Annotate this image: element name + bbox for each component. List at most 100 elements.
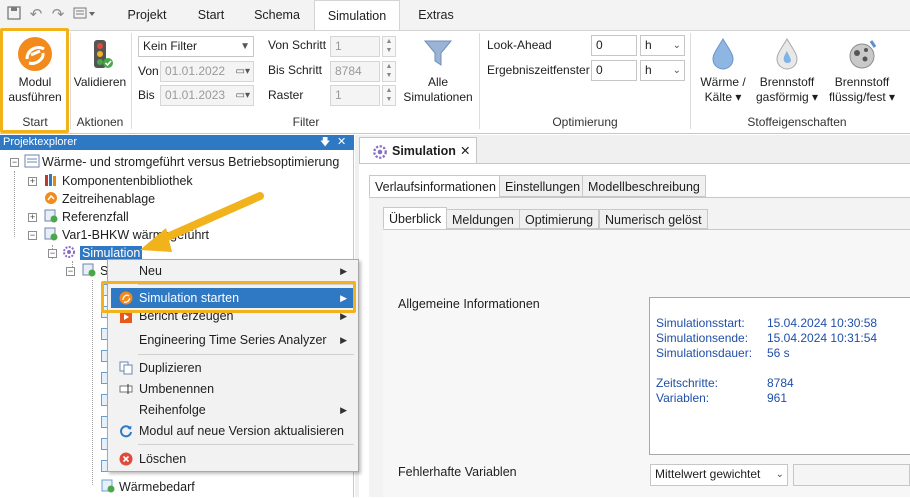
brennstoff-fluessig-button[interactable]: Brennstoff flüssig/fest ▾ (822, 33, 902, 113)
lookahead-field[interactable]: 0 (591, 35, 637, 56)
menu-item-loeschen[interactable]: Löschen (111, 449, 355, 469)
gas-label-2: gasförmig ▾ (755, 90, 819, 104)
brennstoff-gas-button[interactable]: Brennstoff gasförmig ▾ (752, 33, 822, 113)
info-duration-value: 56 s (767, 346, 790, 360)
fluessig-label-2: flüssig/fest ▾ (828, 90, 896, 104)
tab-meldungen[interactable]: Meldungen (446, 209, 520, 229)
close-icon[interactable]: ✕ (460, 138, 470, 164)
menu-item-umbenennen[interactable]: Umbenennen (111, 379, 355, 399)
waerme-kaelte-button[interactable]: Wärme / Kälte ▾ (694, 33, 752, 113)
fluessig-label-1: Brennstoff (834, 75, 890, 89)
raster-spinner[interactable]: ▲ ▼ (382, 85, 396, 106)
tab-simulation[interactable]: Simulation (314, 0, 400, 31)
von-date-field[interactable]: 01.01.2022 ▭▾ (160, 61, 254, 82)
von-schritt-field[interactable]: 1 (330, 36, 380, 57)
tab-ueberblick[interactable]: Überblick (383, 207, 448, 229)
tree-item-root-label: Wärme- und stromgeführt versus Betriebso… (42, 155, 340, 169)
expander-sc[interactable]: − (66, 267, 75, 276)
duplicate-icon (119, 361, 133, 375)
info-start-value: 15.04.2024 10:30:58 (767, 316, 878, 330)
submenu-arrow-icon: ▶ (340, 335, 347, 345)
raster-field[interactable]: 1 (330, 85, 380, 106)
tab-schema[interactable]: Schema (246, 0, 308, 30)
bis-schritt-field[interactable]: 8784 (330, 61, 380, 82)
menu-item-modul-aktualisieren[interactable]: Modul auf neue Version aktualisieren (111, 421, 355, 441)
waerme-label-1: Wärme / (700, 75, 746, 89)
save-icon[interactable] (4, 5, 24, 25)
filter-select[interactable]: Kein Filter ▼ (138, 36, 254, 57)
ezf-field[interactable]: 0 (591, 60, 637, 81)
stoff-group-label: Stoffeigenschaften (747, 115, 847, 129)
close-icon[interactable]: ✕ (337, 135, 346, 150)
tab-modellbeschreibung[interactable]: Modellbeschreibung (582, 175, 706, 197)
optimierung-group-label: Optimierung (552, 115, 618, 129)
calendar-icon[interactable]: ▭▾ (236, 86, 250, 105)
info-end-key: Simulationsende: (656, 331, 749, 345)
info-vars-key: Variablen: (656, 391, 710, 405)
faulty-vars-select-value: Mittelwert gewichtet (655, 467, 761, 481)
info-duration-key: Simulationsdauer: (656, 346, 753, 360)
calendar-icon[interactable]: ▭▾ (236, 62, 250, 81)
bis-date-value: 01.01.2023 (165, 88, 226, 102)
menu-item-reihenfolge[interactable]: Reihenfolge ▶ (111, 400, 355, 420)
submenu-arrow-icon: ▶ (340, 405, 347, 415)
expander-root[interactable]: − (10, 158, 19, 167)
chevron-down-icon: ⌄ (672, 40, 681, 51)
expander-simulation[interactable]: − (48, 249, 57, 258)
filter-select-value: Kein Filter (143, 39, 198, 53)
gas-label-2-text: gasförmig (755, 90, 809, 104)
tab-extras[interactable]: Extras (410, 0, 462, 30)
tree-item-waermebedarf[interactable]: Wärmebedarf (101, 478, 195, 496)
expander-referenzfall[interactable]: + (28, 213, 37, 222)
callout-arrow (140, 192, 264, 252)
tab-projekt[interactable]: Projekt (118, 0, 176, 30)
alle-label-2: Simulationen (403, 90, 473, 104)
raster-label: Raster (268, 88, 304, 102)
start-highlight-frame (0, 28, 69, 133)
tree-item-referenzfall[interactable]: Referenzfall (44, 208, 129, 226)
chevron-down-icon: ▼ (240, 41, 250, 52)
tab-numerisch-geloest[interactable]: Numerisch gelöst (599, 209, 708, 229)
general-info-label: Allgemeine Informationen (398, 297, 540, 311)
customize-icon[interactable] (70, 5, 100, 25)
expander-komponenten[interactable]: + (28, 177, 37, 186)
explorer-header: Projektexplorer 🡇 ✕ (0, 135, 354, 150)
von-schritt-spinner[interactable]: ▲ ▼ (382, 36, 396, 57)
info-start-key: Simulationsstart: (656, 316, 745, 330)
validieren-label: Validieren (73, 75, 127, 89)
menu-item-etsa[interactable]: Engineering Time Series Analyzer ▶ (111, 330, 355, 350)
tab-einstellungen[interactable]: Einstellungen (499, 175, 587, 197)
info-steps-value: 8784 (767, 376, 794, 390)
traffic-light-icon (90, 39, 113, 71)
gear-icon (62, 245, 76, 259)
tree-item-root[interactable]: Wärme- und stromgeführt versus Betriebso… (24, 153, 339, 171)
gas-label-1: Brennstoff (759, 75, 815, 89)
undo-icon[interactable]: ↶ (26, 5, 46, 25)
faulty-vars-filter-field[interactable] (793, 464, 910, 486)
von-date-value: 01.01.2022 (165, 64, 226, 78)
faulty-vars-select[interactable]: Mittelwert gewichtet ⌄ (650, 464, 788, 486)
tab-verlaufsinformationen[interactable]: Verlaufsinformationen (369, 175, 502, 197)
document-tab-simulation[interactable]: Simulation ✕ (359, 137, 477, 163)
menu-item-reihenfolge-label: Reihenfolge (139, 403, 206, 417)
bis-schritt-spinner[interactable]: ▲ ▼ (382, 61, 396, 82)
menu-item-neu[interactable]: Neu ▶ (111, 261, 355, 281)
tab-start[interactable]: Start (186, 0, 236, 30)
water-drop-icon (707, 37, 739, 71)
pin-icon[interactable]: 🡇 (320, 135, 330, 150)
lookahead-unit-select[interactable]: h ⌄ (640, 35, 685, 56)
bis-date-field[interactable]: 01.01.2023 ▭▾ (160, 85, 254, 106)
node-icon (101, 479, 115, 493)
menu-item-duplizieren[interactable]: Duplizieren (111, 358, 355, 378)
document-area: Simulation ✕ Verlaufsinformationen Einst… (355, 135, 910, 497)
fluessig-label-2-text: flüssig/fest (828, 90, 886, 104)
alle-simulationen-button[interactable]: Alle Simulationen (400, 33, 476, 113)
menu-item-umbenennen-label: Umbenennen (139, 382, 215, 396)
bis-label: Bis (138, 88, 155, 102)
tab-optimierung[interactable]: Optimierung (519, 209, 600, 229)
ezf-unit-select[interactable]: h ⌄ (640, 60, 685, 81)
validieren-button[interactable]: Validieren (72, 33, 128, 113)
redo-icon[interactable]: ↷ (48, 5, 68, 25)
menu-item-loeschen-label: Löschen (139, 452, 187, 466)
expander-var1[interactable]: − (28, 231, 37, 240)
